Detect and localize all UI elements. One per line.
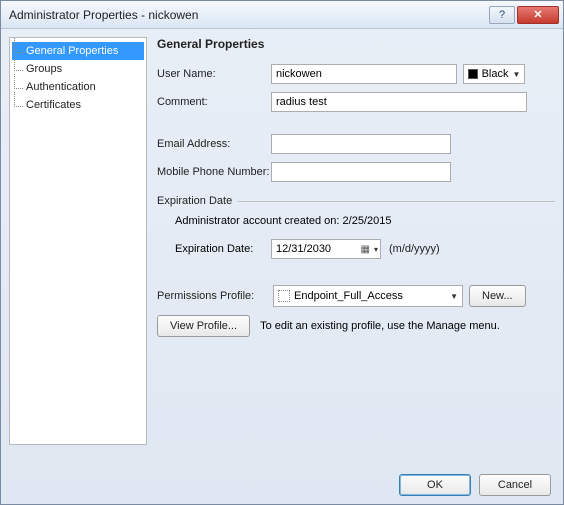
nav-item-general-properties[interactable]: General Properties bbox=[12, 42, 144, 60]
email-input[interactable] bbox=[271, 134, 451, 154]
email-label: Email Address: bbox=[157, 138, 271, 150]
edit-profile-hint: To edit an existing profile, use the Man… bbox=[260, 320, 500, 332]
expiration-group: Expiration Date Administrator account cr… bbox=[157, 195, 555, 259]
expiration-date-value: 12/31/2030 bbox=[276, 243, 331, 255]
ok-button[interactable]: OK bbox=[399, 474, 471, 496]
permissions-select[interactable]: Endpoint_Full_Access ▼ bbox=[273, 285, 463, 307]
permissions-selected: Endpoint_Full_Access bbox=[294, 290, 403, 302]
mobile-input[interactable] bbox=[271, 162, 451, 182]
divider bbox=[238, 201, 555, 202]
cancel-button[interactable]: Cancel bbox=[479, 474, 551, 496]
comment-input[interactable] bbox=[271, 92, 527, 112]
page-title: General Properties bbox=[157, 37, 555, 51]
close-button[interactable]: ✕ bbox=[517, 6, 559, 24]
date-format-hint: (m/d/yyyy) bbox=[389, 243, 440, 255]
profile-icon bbox=[278, 290, 290, 302]
titlebar: Administrator Properties - nickowen ? ✕ bbox=[1, 1, 563, 29]
close-icon: ✕ bbox=[533, 8, 542, 21]
comment-label: Comment: bbox=[157, 96, 271, 108]
nav-item-authentication[interactable]: Authentication bbox=[12, 78, 144, 96]
dialog-window: Administrator Properties - nickowen ? ✕ … bbox=[0, 0, 564, 505]
created-on-text: Administrator account created on: 2/25/2… bbox=[175, 215, 555, 227]
window-title: Administrator Properties - nickowen bbox=[9, 8, 489, 22]
color-swatch-icon bbox=[468, 69, 478, 79]
mobile-label: Mobile Phone Number: bbox=[157, 166, 271, 178]
color-select-label: Black bbox=[482, 68, 509, 80]
nav-item-groups[interactable]: Groups bbox=[12, 60, 144, 78]
titlebar-buttons: ? ✕ bbox=[489, 6, 559, 24]
chevron-down-icon: ▼ bbox=[450, 292, 458, 301]
dialog-footer: OK Cancel bbox=[399, 474, 551, 496]
new-profile-button[interactable]: New... bbox=[469, 285, 526, 307]
help-icon: ? bbox=[499, 9, 505, 21]
username-label: User Name: bbox=[157, 68, 271, 80]
permissions-label: Permissions Profile: bbox=[157, 290, 267, 302]
expiration-date-input[interactable]: 12/31/2030 ▦ ▾ bbox=[271, 239, 381, 259]
main-panel: General Properties User Name: Black ▼ Co… bbox=[157, 37, 555, 496]
nav-tree: General Properties Groups Authentication… bbox=[9, 37, 147, 445]
username-input[interactable] bbox=[271, 64, 457, 84]
expiration-legend: Expiration Date bbox=[157, 195, 232, 207]
help-button[interactable]: ? bbox=[489, 6, 515, 24]
nav-item-certificates[interactable]: Certificates bbox=[12, 96, 144, 114]
view-profile-button[interactable]: View Profile... bbox=[157, 315, 250, 337]
chevron-down-icon: ▼ bbox=[512, 70, 520, 79]
calendar-icon: ▦ bbox=[361, 244, 370, 255]
color-select[interactable]: Black ▼ bbox=[463, 64, 525, 84]
expiration-date-label: Expiration Date: bbox=[175, 243, 271, 255]
client-area: General Properties Groups Authentication… bbox=[1, 29, 563, 504]
chevron-down-icon: ▾ bbox=[374, 245, 378, 254]
